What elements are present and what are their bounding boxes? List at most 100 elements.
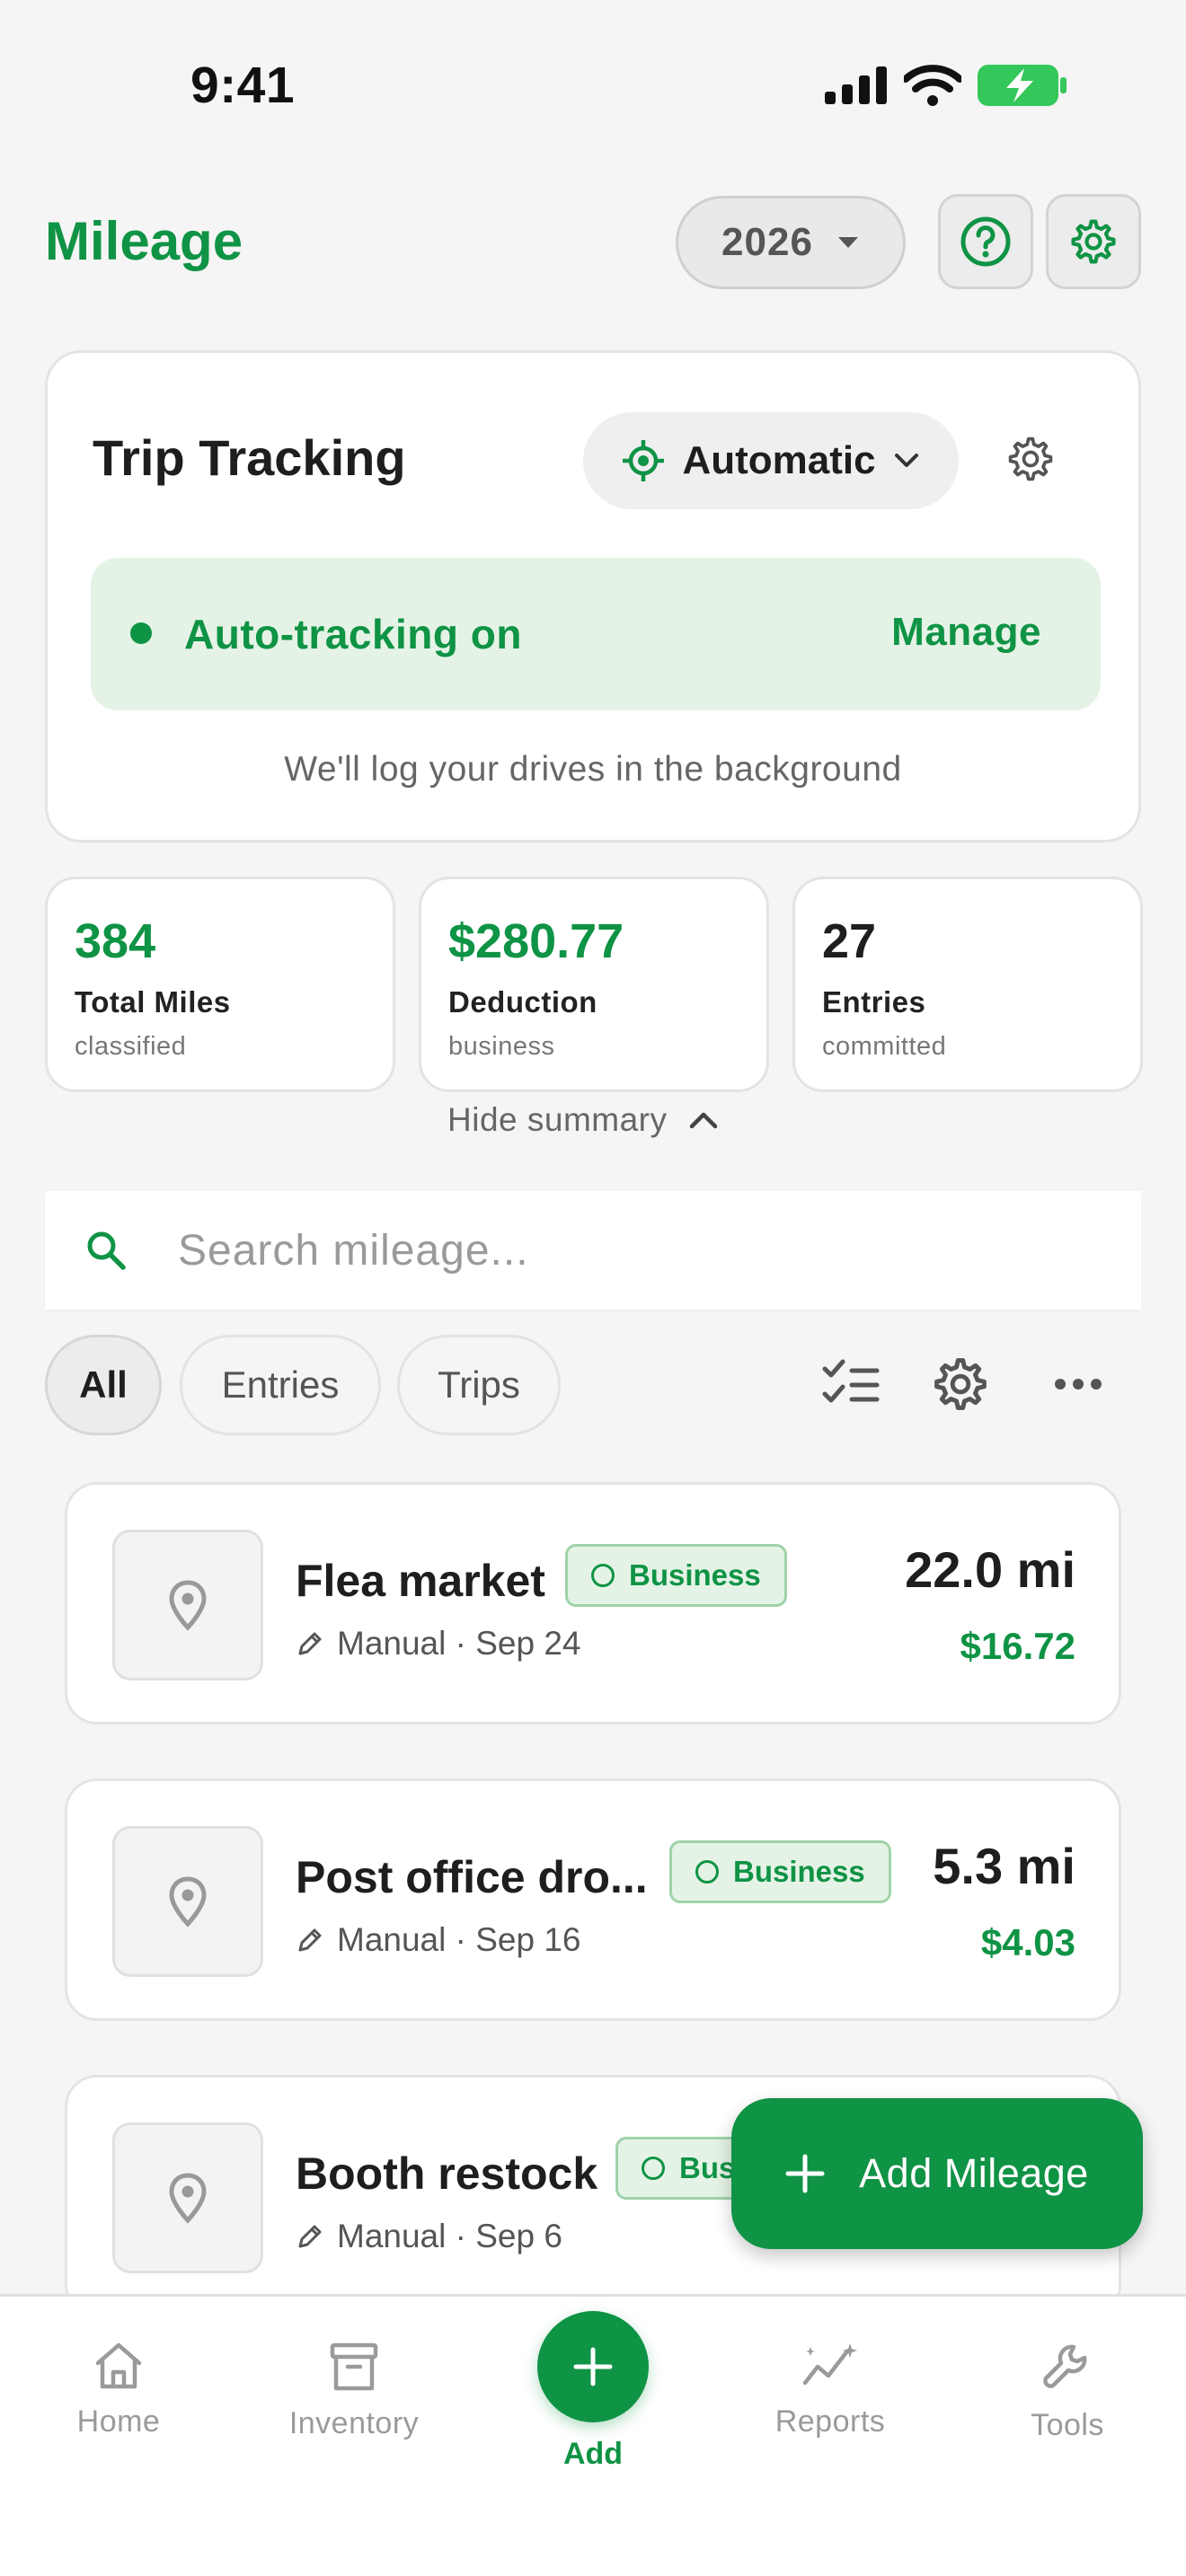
bulk-select-icon[interactable] — [821, 1356, 881, 1414]
filter-chip-entries[interactable]: Entries — [180, 1335, 381, 1435]
battery-icon — [978, 65, 1067, 106]
map-pin-icon — [169, 1876, 207, 1928]
stat-subtext: business — [448, 1032, 555, 1061]
entry-meta: Manual · Sep 16 — [296, 1921, 581, 1959]
trip-tracking-subtitle: We'll log your drives in the background — [284, 750, 902, 789]
help-icon — [960, 216, 1011, 267]
stat-entries: 27 Entries committed — [792, 877, 1143, 1092]
stat-value: 27 — [822, 914, 877, 968]
plus-icon — [573, 2347, 613, 2386]
entry-amount: $4.03 — [980, 1921, 1075, 1963]
search-input[interactable] — [178, 1225, 987, 1275]
entry-meta: Manual · Sep 6 — [296, 2218, 562, 2255]
stat-value: 384 — [75, 914, 156, 968]
chevron-down-icon — [894, 454, 918, 467]
entry-amount: $16.72 — [960, 1625, 1075, 1667]
list-item[interactable]: Post office dro... Business Manual · Sep… — [65, 1778, 1121, 2021]
hide-summary-label: Hide summary — [447, 1101, 668, 1138]
entry-title: Booth restock — [296, 2148, 598, 2199]
add-mileage-label: Add Mileage — [859, 2150, 1089, 2196]
manage-link[interactable]: Manage — [891, 610, 1041, 655]
tracking-settings-icon[interactable] — [1005, 434, 1056, 484]
filter-chip-trips[interactable]: Trips — [397, 1335, 561, 1435]
pencil-icon — [298, 1928, 322, 1952]
circle-icon — [695, 1860, 719, 1883]
caret-down-icon — [837, 237, 858, 248]
add-mileage-button[interactable]: Add Mileage — [731, 2098, 1143, 2249]
signal-icon — [825, 66, 887, 104]
nav-add-label: Add — [562, 2437, 624, 2471]
page-title: Mileage — [45, 211, 243, 271]
status-time: 9:41 — [190, 57, 296, 114]
help-button[interactable] — [938, 194, 1033, 289]
hide-summary-toggle[interactable]: Hide summary — [447, 1101, 718, 1139]
settings-button[interactable] — [1046, 194, 1141, 289]
badge-label: Business — [629, 1558, 761, 1592]
reports-icon — [802, 2343, 857, 2386]
target-icon — [623, 440, 665, 481]
inventory-icon — [330, 2342, 378, 2391]
search-icon — [87, 1231, 126, 1270]
wifi-icon — [904, 65, 961, 106]
tracking-mode-value: Automatic — [682, 438, 876, 482]
circle-icon — [642, 2157, 665, 2180]
stat-subtext: classified — [75, 1032, 187, 1061]
more-icon[interactable] — [1053, 1374, 1103, 1394]
gear-icon — [1071, 219, 1116, 264]
stat-deduction: $280.77 Deduction business — [419, 877, 769, 1092]
filter-chip-all[interactable]: All — [45, 1335, 162, 1435]
badge-label: Bus — [679, 2151, 736, 2184]
status-dot — [130, 622, 152, 644]
entry-title: Post office dro... — [296, 1852, 648, 1902]
stat-value: $280.77 — [448, 914, 624, 968]
year-value: 2026 — [721, 220, 813, 264]
location-thumbnail — [112, 1530, 263, 1681]
entry-meta: Manual · Sep 24 — [296, 1625, 581, 1663]
map-pin-icon — [169, 1580, 207, 1631]
location-thumbnail — [112, 1826, 263, 1977]
bottom-nav: Home Inventory Add Reports Tools — [0, 2294, 1186, 2576]
entry-title: Flea market — [296, 1556, 545, 1606]
status-icons — [825, 65, 1067, 106]
entry-meta-text: Manual · Sep 16 — [337, 1921, 581, 1958]
year-selector[interactable]: 2026 — [676, 196, 906, 289]
nav-tools-label: Tools — [1031, 2408, 1104, 2442]
badge-label: Business — [733, 1855, 865, 1888]
plus-icon — [785, 2154, 825, 2193]
auto-tracking-status: Auto-tracking on Manage — [91, 558, 1101, 710]
entry-meta-text: Manual · Sep 24 — [337, 1625, 581, 1662]
pencil-icon — [298, 2225, 322, 2248]
nav-reports-label: Reports — [774, 2404, 886, 2439]
list-settings-icon[interactable] — [931, 1354, 990, 1414]
entry-meta-text: Manual · Sep 6 — [337, 2218, 562, 2254]
location-thumbnail — [112, 2122, 263, 2273]
nav-home[interactable]: Home — [20, 2342, 217, 2439]
nav-add-button[interactable] — [537, 2311, 649, 2422]
list-item[interactable]: Flea market Business Manual · Sep 24 22.… — [65, 1482, 1121, 1725]
stat-label: Entries — [822, 985, 926, 1019]
auto-tracking-text: Auto-tracking on — [184, 611, 522, 657]
entry-miles: 5.3 mi — [933, 1838, 1075, 1894]
stat-subtext: committed — [822, 1032, 947, 1061]
stat-label: Total Miles — [75, 985, 231, 1019]
wrench-icon — [1043, 2344, 1087, 2388]
stat-total-miles: 384 Total Miles classified — [45, 877, 395, 1092]
pencil-icon — [298, 1632, 322, 1655]
nav-reports[interactable]: Reports — [731, 2342, 929, 2439]
business-badge: Business — [669, 1840, 891, 1903]
tracking-mode-dropdown[interactable]: Automatic — [583, 412, 959, 509]
circle-icon — [591, 1564, 615, 1587]
chevron-up-icon — [689, 1112, 717, 1129]
entry-miles: 22.0 mi — [905, 1541, 1075, 1598]
nav-inventory-label: Inventory — [288, 2406, 420, 2440]
nav-inventory[interactable]: Inventory — [255, 2342, 453, 2441]
stat-label: Deduction — [448, 985, 597, 1019]
search-bar — [45, 1191, 1141, 1310]
trip-tracking-card: Trip Tracking Automatic Auto-tracking on… — [45, 350, 1141, 842]
nav-home-label: Home — [76, 2404, 161, 2439]
home-icon — [95, 2342, 142, 2389]
nav-tools[interactable]: Tools — [969, 2342, 1166, 2443]
trip-tracking-title: Trip Tracking — [93, 429, 406, 486]
business-badge: Business — [565, 1544, 787, 1607]
map-pin-icon — [169, 2173, 207, 2224]
